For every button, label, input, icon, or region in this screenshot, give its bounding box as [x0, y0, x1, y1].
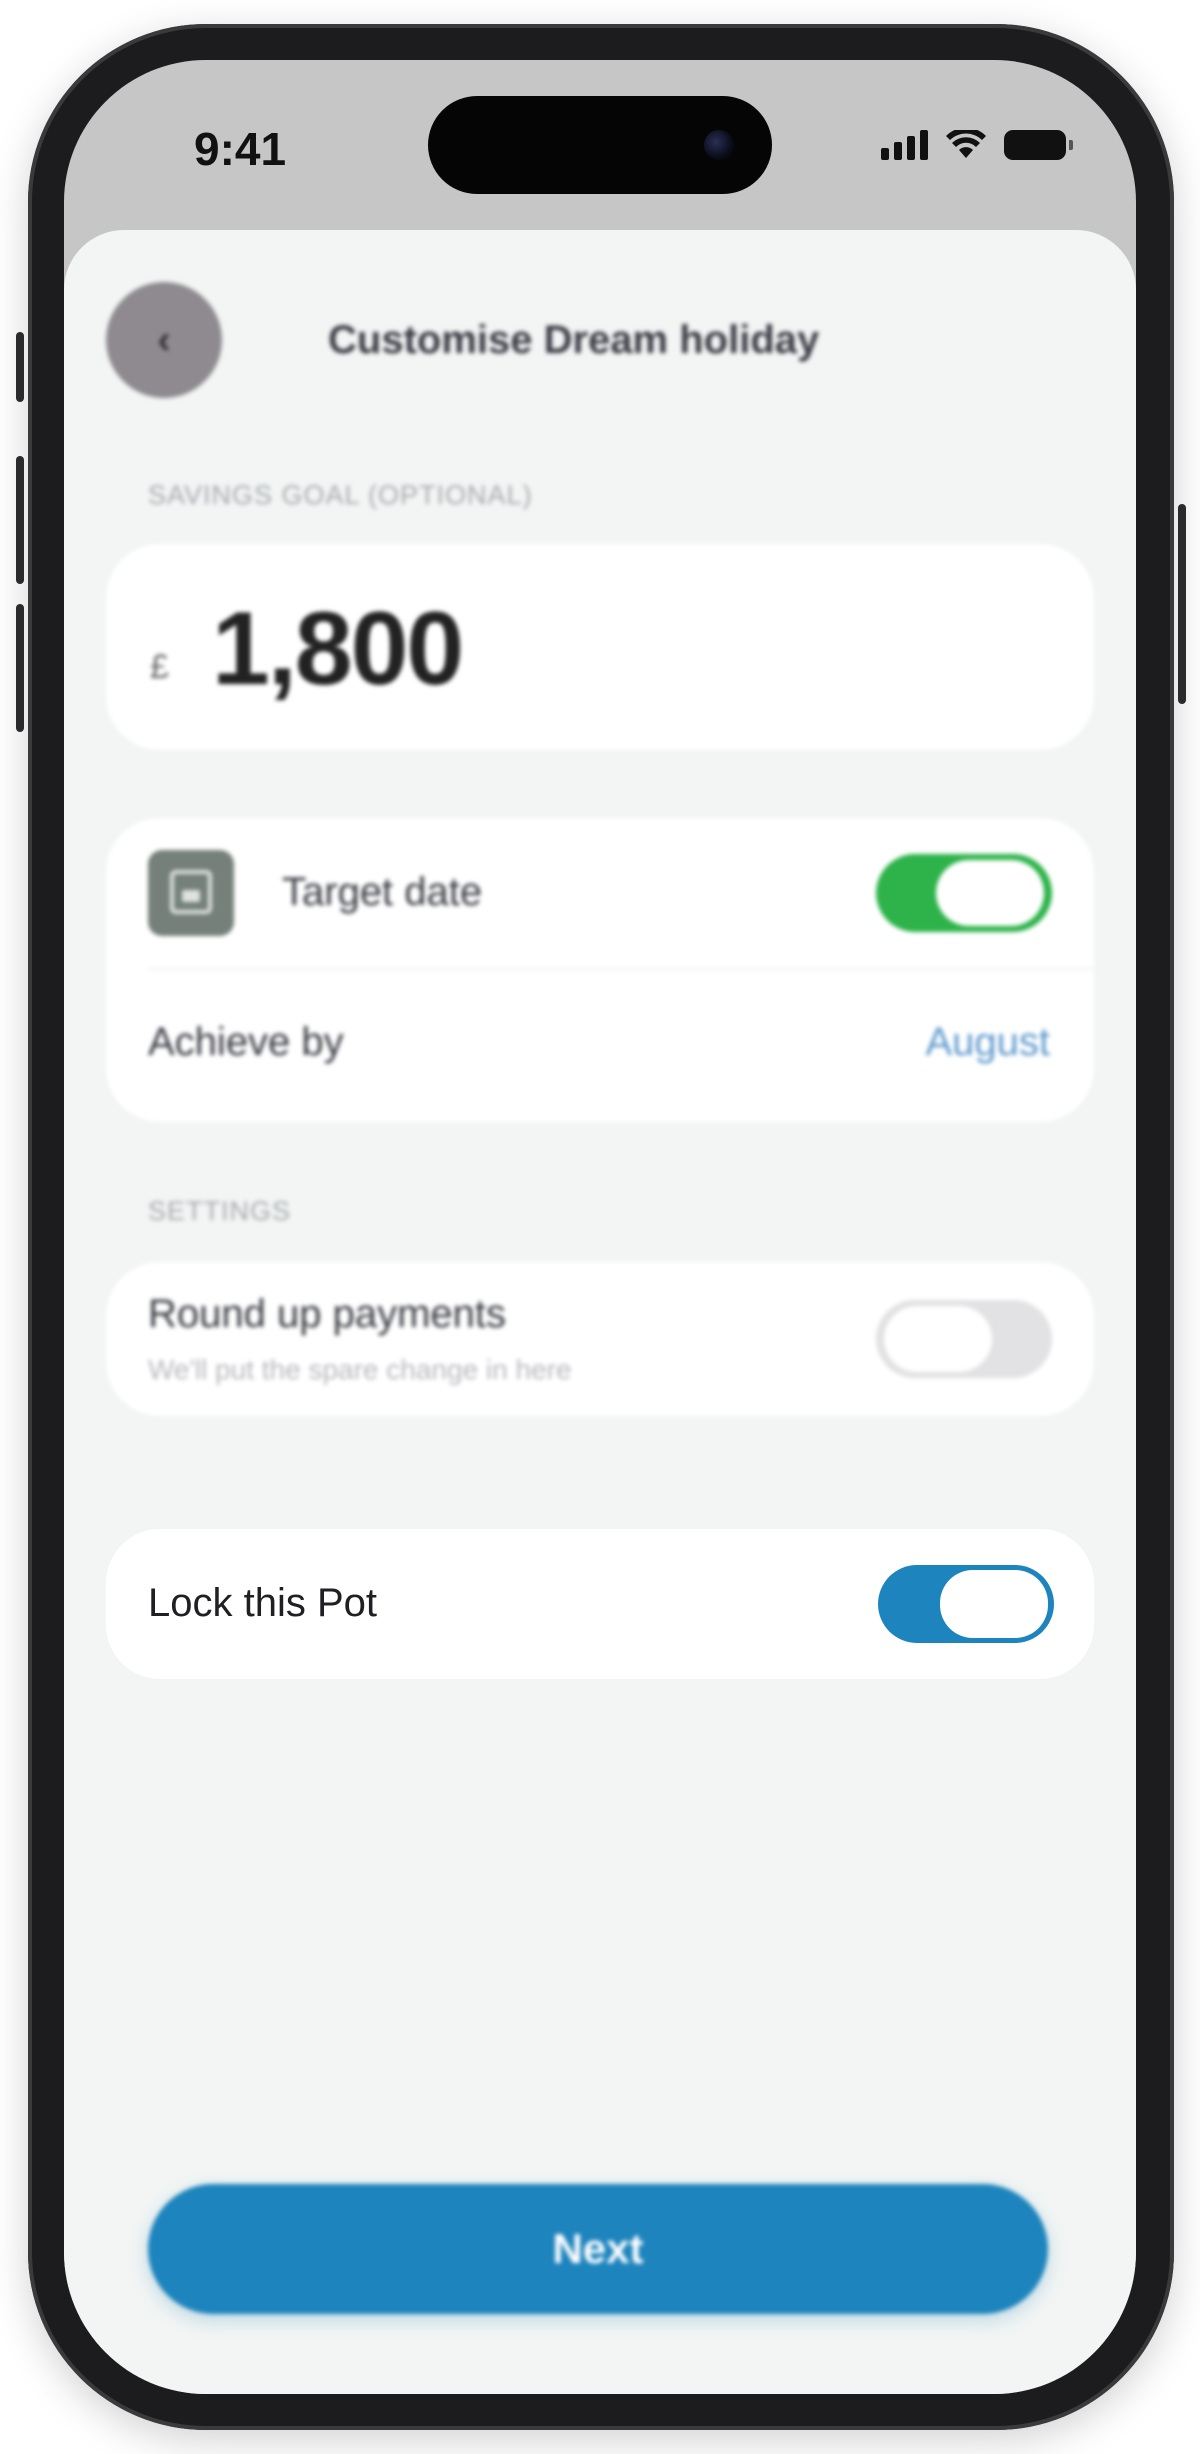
- currency-symbol: £: [150, 648, 169, 686]
- target-date-card: Target date Achieve by August: [106, 818, 1094, 1122]
- chevron-left-icon: ‹: [157, 317, 171, 362]
- next-button[interactable]: Next: [148, 2184, 1048, 2314]
- battery-icon: [1004, 130, 1073, 160]
- toggle-knob: [940, 1570, 1048, 1638]
- target-date-toggle[interactable]: [876, 854, 1052, 932]
- phone-screen: 9:41 ‹ Customise Dream holiday SAVINGS G…: [64, 60, 1136, 2394]
- action-button: [16, 332, 24, 402]
- savings-goal-card[interactable]: £ 1,800: [106, 544, 1094, 750]
- round-up-label: Round up payments: [148, 1292, 507, 1336]
- toggle-knob: [884, 1306, 992, 1372]
- volume-down-button: [16, 604, 24, 732]
- savings-amount-input[interactable]: 1,800: [212, 590, 464, 709]
- volume-up-button: [16, 456, 24, 584]
- round-up-card: Round up payments We'll put the spare ch…: [106, 1262, 1094, 1416]
- camera-icon: [704, 130, 734, 160]
- status-time: 9:41: [194, 123, 287, 175]
- achieve-by-value[interactable]: August: [925, 1020, 1050, 1065]
- round-up-toggle[interactable]: [876, 1300, 1052, 1378]
- target-date-label: Target date: [282, 870, 483, 914]
- divider: [148, 968, 1094, 970]
- calendar-icon: [148, 850, 234, 936]
- dynamic-island: [428, 96, 772, 194]
- customise-sheet: ‹ Customise Dream holiday SAVINGS GOAL (…: [64, 230, 1136, 2394]
- lock-pot-label: Lock this Pot: [148, 1581, 378, 1625]
- cellular-signal-icon: [881, 130, 928, 160]
- round-up-description: We'll put the spare change in here: [148, 1354, 572, 1385]
- status-bar: 9:41: [64, 60, 1136, 230]
- back-button[interactable]: ‹: [106, 282, 222, 398]
- wifi-icon: [946, 130, 986, 158]
- lock-pot-toggle[interactable]: [878, 1565, 1054, 1643]
- toggle-knob: [936, 860, 1044, 926]
- settings-label: SETTINGS: [148, 1196, 292, 1226]
- status-icons: [881, 130, 1073, 160]
- savings-goal-label: SAVINGS GOAL (OPTIONAL): [148, 480, 533, 510]
- power-button: [1178, 504, 1186, 704]
- page-title: Customise Dream holiday: [328, 318, 820, 362]
- achieve-by-label: Achieve by: [148, 1020, 344, 1064]
- lock-pot-card: Lock this Pot: [106, 1529, 1094, 1679]
